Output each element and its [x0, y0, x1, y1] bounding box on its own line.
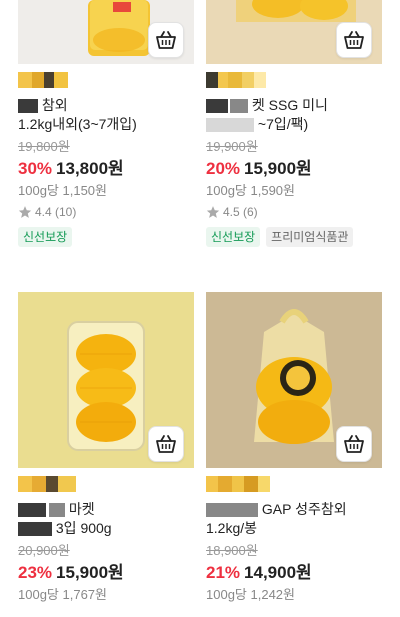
- product-name[interactable]: 마켓 3입 900g: [18, 500, 194, 538]
- unit-price: 100g당 1,767원: [18, 587, 107, 602]
- original-price: 19,800원: [18, 139, 70, 154]
- product-name[interactable]: GAP 성주참외 1.2kg/봉: [206, 500, 382, 538]
- brand-label-redacted: [18, 72, 194, 90]
- rating-value: 4.4 (10): [35, 205, 77, 219]
- add-to-cart-button[interactable]: [336, 22, 372, 58]
- add-to-cart-button[interactable]: [148, 22, 184, 58]
- product-name-line: ~7입/팩): [257, 116, 309, 132]
- product-name-line: 1.2kg내외(3~7개입): [18, 116, 137, 132]
- product-name-line: 참외: [41, 97, 68, 113]
- redacted-text: [206, 99, 228, 114]
- discount-rate: 30%: [18, 159, 53, 178]
- product-name-line: 마켓: [68, 501, 95, 517]
- product-name-line: GAP 성주참외: [261, 501, 347, 517]
- redacted-text: [18, 522, 52, 537]
- fresh-guarantee-badge: 신선보장: [18, 227, 73, 247]
- original-price: 18,900원: [206, 543, 258, 558]
- star-icon: [18, 206, 32, 218]
- price-row: 30% 13,800원: [18, 158, 194, 180]
- original-price: 20,900원: [18, 543, 70, 558]
- product-image[interactable]: [18, 0, 194, 64]
- discount-rate: 20%: [206, 159, 241, 178]
- brand-label-redacted: [18, 476, 194, 494]
- premium-food-hall-badge: 프리미엄식품관: [266, 227, 354, 247]
- brand-label-redacted: [206, 476, 382, 494]
- product-image[interactable]: [18, 292, 194, 468]
- price-row: 23% 15,900원: [18, 562, 194, 584]
- product-name-line: 3입 900g: [55, 520, 112, 536]
- sale-price: 15,900원: [244, 159, 312, 178]
- product-image[interactable]: [206, 292, 382, 468]
- redacted-text: [206, 503, 258, 518]
- star-icon: [206, 206, 220, 218]
- product-name-line: 켓 SSG 미니: [251, 97, 328, 113]
- cart-icon: [344, 31, 364, 49]
- product-name[interactable]: 참외 1.2kg내외(3~7개입): [18, 96, 194, 134]
- discount-rate: 21%: [206, 563, 241, 582]
- price-row: 20% 15,900원: [206, 158, 382, 180]
- redacted-text: [206, 118, 254, 133]
- badge-list: 신선보장 프리미엄식품관: [206, 227, 382, 247]
- product-name[interactable]: 켓 SSG 미니 ~7입/팩): [206, 96, 382, 134]
- cart-icon: [156, 435, 176, 453]
- add-to-cart-button[interactable]: [336, 426, 372, 462]
- product-card[interactable]: 마켓 3입 900g 20,900원 23% 15,900원 100g당 1,76…: [18, 292, 194, 604]
- product-card[interactable]: 켓 SSG 미니 ~7입/팩) 19,900원 20% 15,900원 100g당…: [206, 0, 382, 247]
- sale-price: 15,900원: [56, 563, 124, 582]
- add-to-cart-button[interactable]: [148, 426, 184, 462]
- brand-label-redacted: [206, 72, 382, 90]
- unit-price: 100g당 1,242원: [206, 587, 295, 602]
- sale-price: 13,800원: [56, 159, 124, 178]
- unit-price: 100g당 1,150원: [18, 183, 107, 198]
- rating: 4.4 (10): [18, 203, 194, 221]
- sale-price: 14,900원: [244, 563, 312, 582]
- redacted-text: [230, 99, 248, 114]
- discount-rate: 23%: [18, 563, 53, 582]
- cart-icon: [344, 435, 364, 453]
- fresh-guarantee-badge: 신선보장: [206, 227, 261, 247]
- rating: 4.5 (6): [206, 203, 382, 221]
- redacted-text: [18, 99, 38, 114]
- cart-icon: [156, 31, 176, 49]
- product-image[interactable]: [206, 0, 382, 64]
- price-row: 21% 14,900원: [206, 562, 382, 584]
- original-price: 19,900원: [206, 139, 258, 154]
- unit-price: 100g당 1,590원: [206, 183, 295, 198]
- badge-list: 신선보장: [18, 227, 194, 247]
- product-card[interactable]: GAP 성주참외 1.2kg/봉 18,900원 21% 14,900원 100g…: [206, 292, 382, 604]
- redacted-text: [18, 503, 46, 518]
- product-name-line: 1.2kg/봉: [206, 520, 258, 536]
- rating-value: 4.5 (6): [223, 205, 258, 219]
- product-card[interactable]: 참외 1.2kg내외(3~7개입) 19,800원 30% 13,800원 100…: [18, 0, 194, 247]
- redacted-text: [49, 503, 65, 518]
